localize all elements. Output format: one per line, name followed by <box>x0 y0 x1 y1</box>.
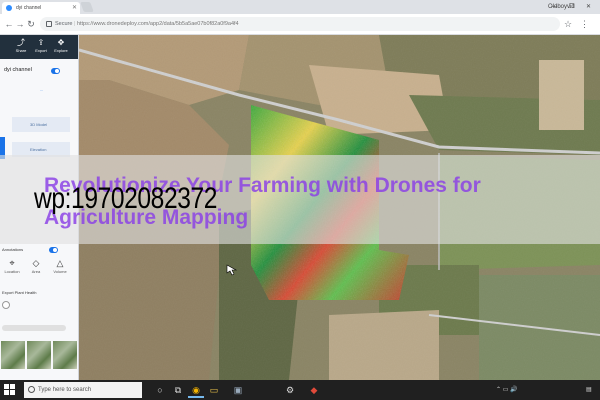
notification-icon[interactable]: ▤ <box>586 380 592 400</box>
search-placeholder: Type here to search <box>38 387 92 393</box>
cortana-icon[interactable]: ○ <box>152 382 168 398</box>
area-label: Area <box>31 269 41 274</box>
opacity-slider[interactable] <box>2 325 66 331</box>
file-explorer-icon[interactable]: ▭ <box>206 382 222 398</box>
app-icon[interactable]: ◆ <box>306 382 322 398</box>
volume-tool-button[interactable]: △ Volume <box>50 258 70 274</box>
secure-label: Secure <box>55 21 73 27</box>
browser-tab[interactable]: dyi channel ✕ <box>2 2 80 14</box>
sidebar-toolbar: ⤴ Share ⇪ Export ✥ Explore <box>0 35 78 59</box>
chrome-icon[interactable]: ◉ <box>188 382 204 398</box>
url-text: https://www.dronedeploy.com/app2/data/5b… <box>76 21 239 27</box>
image-thumbnail[interactable] <box>27 341 51 369</box>
view-3d-model[interactable]: 3D Model <box>12 117 70 132</box>
lock-icon <box>46 20 52 27</box>
panel-link[interactable]: ... <box>40 87 43 92</box>
forward-button[interactable]: → <box>15 17 25 31</box>
system-tray-icons[interactable]: ⌃ ▭ 🔊 <box>496 380 518 400</box>
share-label: Share <box>15 48 27 53</box>
export-button[interactable]: ⇪ Export <box>32 38 50 57</box>
location-label: Location <box>4 269 20 274</box>
tab-title: dyi channel <box>16 5 42 11</box>
windows-start-icon[interactable] <box>4 384 16 396</box>
reload-button[interactable]: ↻ <box>26 17 36 31</box>
bookmark-star-icon[interactable]: ☆ <box>564 17 572 31</box>
panel-title: dyi channel <box>4 67 32 73</box>
annotations-label: Annotations <box>2 247 24 252</box>
image-thumbnails <box>0 341 78 369</box>
close-tab-icon[interactable]: ✕ <box>72 2 77 14</box>
address-bar-row: ← → ↻ Secure | https://www.dronedeploy.c… <box>0 14 600 35</box>
area-icon: ◇ <box>32 258 40 268</box>
image-thumbnail[interactable] <box>1 341 25 369</box>
share-button[interactable]: ⤴ Share <box>12 38 30 57</box>
favicon-icon <box>6 5 12 11</box>
area-tool-button[interactable]: ◇ Area <box>26 258 46 274</box>
taskbar-search-input[interactable]: Type here to search <box>24 382 142 398</box>
radio-option[interactable] <box>2 301 10 309</box>
location-tool-button[interactable]: ⌖ Location <box>2 258 22 274</box>
explore-label: Explore <box>54 48 68 53</box>
export-label: Export <box>35 48 47 53</box>
browser-menu-icon[interactable]: ⋮ <box>580 17 589 31</box>
explore-button[interactable]: ✥ Explore <box>52 38 70 57</box>
tab-bar: dyi channel ✕ Oldboyvid — ❐ ✕ <box>0 0 600 14</box>
annotations-toggle[interactable] <box>49 247 58 253</box>
settings-icon[interactable]: ⚙ <box>282 382 298 398</box>
plant-health-label: Export Plant Health <box>2 290 37 295</box>
task-view-icon[interactable]: ⧉ <box>170 382 186 398</box>
store-icon[interactable]: ▣ <box>230 382 246 398</box>
back-button[interactable]: ← <box>4 17 14 31</box>
explore-icon: ✥ <box>57 38 65 47</box>
image-thumbnail[interactable] <box>53 341 77 369</box>
address-input[interactable]: Secure | https://www.dronedeploy.com/app… <box>40 17 560 31</box>
taskbar: Type here to search ○ ⧉ ◉ ▭ ▣ ⚙ ◆ ⌃ ▭ 🔊 … <box>0 380 600 400</box>
window-controls[interactable]: — ❐ ✕ <box>551 0 596 14</box>
panel-toggle[interactable] <box>51 68 60 74</box>
volume-label: Volume <box>53 269 67 274</box>
share-icon: ⤴ <box>17 38 25 47</box>
location-icon: ⌖ <box>9 258 15 268</box>
watermark-code: wp:19702082372 <box>34 182 218 215</box>
export-icon: ⇪ <box>37 38 45 47</box>
new-tab-button[interactable] <box>80 2 94 12</box>
search-icon <box>28 386 35 393</box>
volume-icon: △ <box>56 258 64 268</box>
